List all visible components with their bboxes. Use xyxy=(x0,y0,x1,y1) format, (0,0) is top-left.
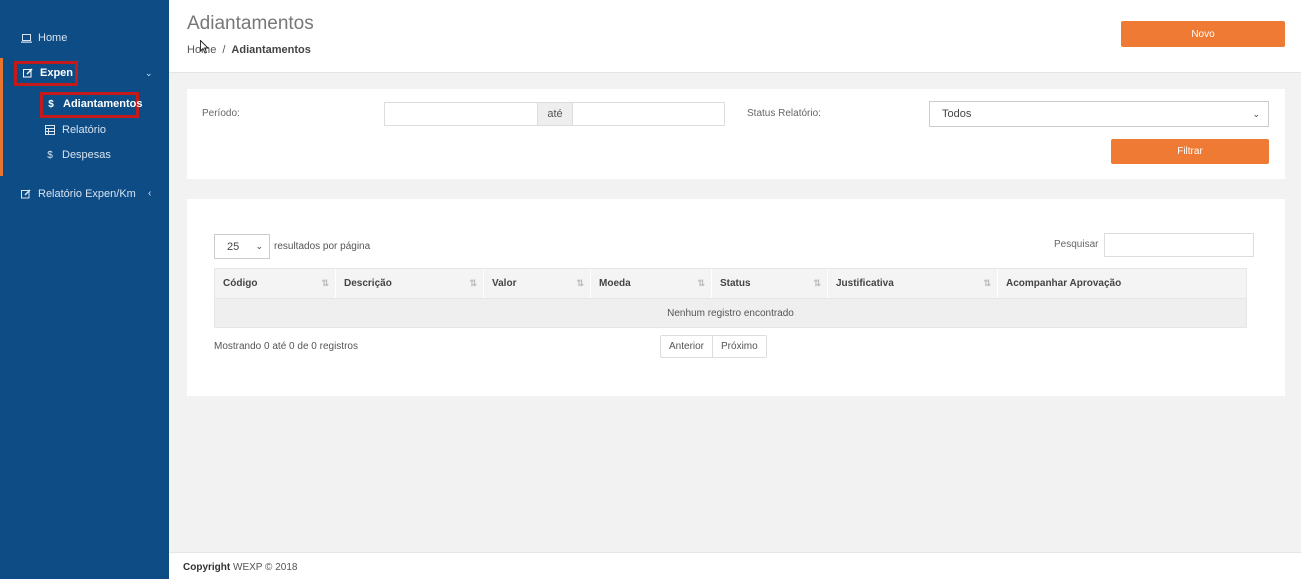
sidebar-item-despesas[interactable]: $ Despesas xyxy=(44,149,111,161)
filtrar-button[interactable]: Filtrar xyxy=(1111,139,1269,164)
status-select[interactable]: Todos ⌄ xyxy=(929,101,1269,127)
table-panel: 25 ⌄ resultados por página Pesquisar Cód… xyxy=(187,199,1285,396)
pagination-previous-button[interactable]: Anterior xyxy=(661,336,712,357)
sidebar-item-label: Despesas xyxy=(62,149,111,161)
dollar-icon: $ xyxy=(48,98,54,110)
sidebar-item-relatorio[interactable]: Relatório xyxy=(44,124,106,136)
laptop-icon xyxy=(20,32,32,44)
footer: Copyright WEXP © 2018 xyxy=(169,552,1301,579)
sidebar-item-adiantamentos[interactable]: $ Adiantamentos xyxy=(45,98,142,110)
sort-icon: ⇅ xyxy=(576,278,584,288)
page-length-label: resultados por página xyxy=(274,241,371,252)
data-table: Código ⇅ Descrição ⇅ Valor ⇅ Moeda ⇅ Status ⇅… xyxy=(214,268,1247,328)
column-header-status[interactable]: Status ⇅ xyxy=(712,269,828,298)
sidebar-item-label: Adiantamentos xyxy=(63,98,143,110)
table-empty-row: Nenhum registro encontrado xyxy=(214,299,1247,328)
sidebar-item-relatorio-km[interactable]: Relatório Expen/Km xyxy=(20,188,136,200)
table-info: Mostrando 0 até 0 de 0 registros xyxy=(214,341,358,352)
chevron-down-icon: ⌄ xyxy=(1252,109,1260,119)
sort-icon: ⇅ xyxy=(469,278,477,288)
pagination: Anterior Próximo xyxy=(660,335,767,358)
sidebar-item-label: Relatório xyxy=(62,124,107,136)
column-header-acompanhar-aprovacao[interactable]: Acompanhar Aprovação xyxy=(998,269,1246,298)
breadcrumb-separator: / xyxy=(222,44,226,56)
sidebar-item-label: Relatório Expen/Km xyxy=(38,188,136,200)
chevron-down-icon: ⌄ xyxy=(255,241,263,251)
sidebar: Home Expen ⌄ $ Adiantamentos Relatório $… xyxy=(0,0,169,579)
periodo-end-input[interactable] xyxy=(572,102,725,126)
column-header-valor[interactable]: Valor ⇅ xyxy=(484,269,591,298)
sidebar-item-label: Expen xyxy=(40,67,74,79)
breadcrumb-current: Adiantamentos xyxy=(231,44,311,56)
status-selected-value: Todos xyxy=(942,108,972,120)
table-icon xyxy=(44,124,56,136)
periodo-label: Período: xyxy=(202,108,240,119)
table-header: Código ⇅ Descrição ⇅ Valor ⇅ Moeda ⇅ Status ⇅… xyxy=(214,268,1247,299)
status-label: Status Relatório: xyxy=(747,108,821,119)
page-title: Adiantamentos xyxy=(187,13,314,34)
sort-icon: ⇅ xyxy=(321,278,329,288)
page-length-value: 25 xyxy=(227,240,240,253)
page-header: Adiantamentos Home/Adiantamentos Novo xyxy=(169,0,1301,73)
edit-icon xyxy=(20,188,32,200)
column-header-moeda[interactable]: Moeda ⇅ xyxy=(591,269,712,298)
ate-addon: até xyxy=(537,102,573,126)
sidebar-item-home[interactable]: Home xyxy=(20,32,67,44)
chevron-down-icon[interactable]: ⌄ xyxy=(145,68,153,79)
filter-panel: Período: até Status Relatório: Todos ⌄ F… xyxy=(187,89,1285,179)
sort-icon: ⇅ xyxy=(813,278,821,288)
sort-icon: ⇅ xyxy=(983,278,991,288)
novo-button[interactable]: Novo xyxy=(1121,21,1285,47)
sort-icon: ⇅ xyxy=(697,278,705,288)
search-input[interactable] xyxy=(1104,233,1254,257)
page-length-select[interactable]: 25 ⌄ xyxy=(214,234,270,259)
active-group-indicator xyxy=(0,58,3,176)
chevron-left-icon[interactable]: ‹ xyxy=(148,188,151,199)
sidebar-item-label: Home xyxy=(38,32,68,44)
column-header-justificativa[interactable]: Justificativa ⇅ xyxy=(828,269,998,298)
sidebar-item-expen[interactable]: Expen xyxy=(22,67,73,79)
pagination-next-button[interactable]: Próximo xyxy=(712,336,766,357)
search-label: Pesquisar xyxy=(1054,239,1099,250)
column-header-codigo[interactable]: Código ⇅ xyxy=(215,269,336,298)
column-header-descricao[interactable]: Descrição ⇅ xyxy=(336,269,484,298)
dollar-icon: $ xyxy=(47,149,53,161)
mouse-cursor-icon xyxy=(200,39,210,57)
edit-icon xyxy=(22,67,34,79)
copyright-text: Copyright WEXP © 2018 xyxy=(183,562,298,573)
periodo-start-input[interactable] xyxy=(384,102,538,126)
